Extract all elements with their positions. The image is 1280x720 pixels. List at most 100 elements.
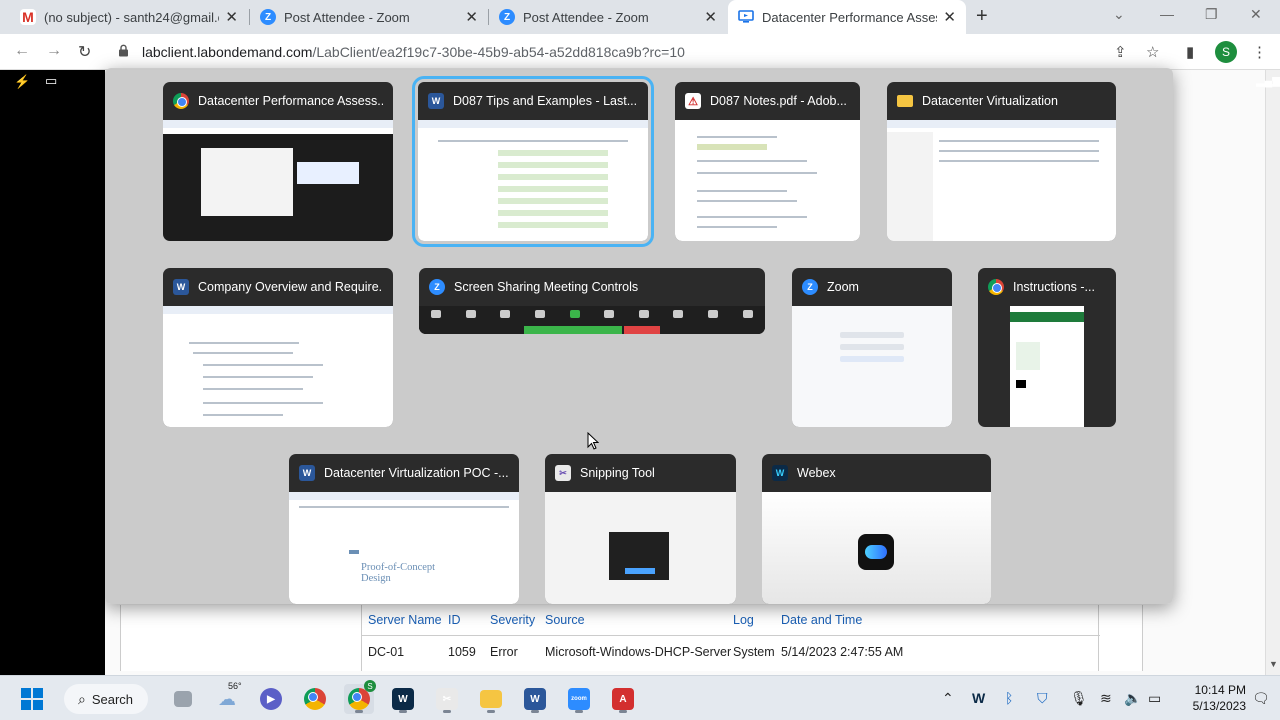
defender-shield-icon[interactable]: ⛉ <box>1037 690 1048 707</box>
zoom-icon: Z <box>260 9 276 25</box>
menu-kebab-icon[interactable]: ⋮ <box>1252 43 1267 61</box>
switcher-window-chrome-datacenter[interactable]: Datacenter Performance Assess... <box>163 82 393 241</box>
address-bar[interactable]: labclient.labondemand.com/LabClient/ea2f… <box>110 39 1180 65</box>
switcher-window-zoom[interactable]: Z Zoom <box>792 268 952 427</box>
window-thumbnail: Proof-of-Concept Design <box>289 492 519 604</box>
taskbar-chrome[interactable] <box>300 684 330 714</box>
taskbar-zoom[interactable]: zoom <box>564 684 594 714</box>
word-icon: W <box>524 688 546 710</box>
apps-icon <box>708 310 719 318</box>
webex-icon: W <box>772 465 788 481</box>
taskbar-snipping-tool[interactable]: ✂ <box>432 684 462 714</box>
running-indicator <box>487 710 495 713</box>
switcher-window-snipping-tool[interactable]: ✂ Snipping Tool <box>545 454 736 604</box>
minimize-icon[interactable]: — <box>1160 6 1174 22</box>
column-header[interactable]: Severity <box>490 613 535 627</box>
tab-zoom-2[interactable]: Z Post Attendee - Zoom ✕ <box>489 0 727 34</box>
window-title: Snipping Tool <box>580 466 655 480</box>
battery-icon[interactable]: ▭ <box>1148 690 1161 707</box>
taskbar-webex[interactable]: W <box>388 684 418 714</box>
window-thumbnail <box>792 306 952 427</box>
thumb-line <box>203 376 313 378</box>
table-cell: System <box>733 645 775 659</box>
tab-title: Datacenter Performance Assessm <box>762 9 937 25</box>
switcher-window-webex[interactable]: W Webex <box>762 454 991 604</box>
close-window-icon[interactable]: ✕ <box>1250 6 1262 23</box>
close-icon[interactable]: ✕ <box>943 8 956 26</box>
switcher-window-datacenter-poc[interactable]: W Datacenter Virtualization POC -... Pro… <box>289 454 519 604</box>
scroll-down-icon[interactable]: ▼ <box>1269 659 1278 669</box>
tab-gmail[interactable]: M (no subject) - santh24@gmail.co ✕ <box>10 0 248 34</box>
restore-icon[interactable]: ❐ <box>1205 6 1218 23</box>
task-view-icon <box>174 691 192 707</box>
system-clock[interactable]: 10:14 PM 5/13/2023 <box>1176 682 1246 714</box>
lightning-icon[interactable]: ⚡ <box>14 74 30 90</box>
thumb-toolbar <box>887 120 1116 128</box>
switcher-window-datacenter-virtualization-folder[interactable]: Datacenter Virtualization <box>887 82 1116 241</box>
column-header[interactable]: Source <box>545 613 585 627</box>
zoom-icon: Z <box>802 279 818 295</box>
taskbar-file-explorer[interactable] <box>476 684 506 714</box>
remote-scrollbar[interactable]: ▲ ▼ <box>1265 70 1280 675</box>
participants-icon <box>500 310 511 318</box>
clock-date: 5/13/2023 <box>1192 699 1246 713</box>
task-view-button[interactable] <box>168 684 198 714</box>
tab-zoom-1[interactable]: Z Post Attendee - Zoom ✕ <box>250 0 488 34</box>
new-tab-button[interactable]: + <box>976 5 988 28</box>
gmail-icon: M <box>20 9 36 25</box>
wifi-icon[interactable]: ≋ <box>1100 690 1112 707</box>
table-cell: 1059 <box>448 645 476 659</box>
switcher-window-company-overview[interactable]: W Company Overview and Require... <box>163 268 393 427</box>
window-title: Datacenter Virtualization POC -... <box>324 466 509 480</box>
share-icon[interactable]: ⇪ <box>1114 43 1127 61</box>
switcher-window-d087-notes[interactable]: ⚠ D087 Notes.pdf - Adob... <box>675 82 860 241</box>
tab-datacenter-lab[interactable]: Datacenter Performance Assessm ✕ <box>728 0 966 34</box>
taskbar-acrobat[interactable]: A <box>608 684 638 714</box>
acrobat-icon: A <box>612 688 634 710</box>
thumb-table-row <box>498 174 608 180</box>
window-header: W D087 Tips and Examples - Last... <box>418 82 648 120</box>
taskbar-chrome-profile[interactable]: S <box>344 680 376 714</box>
thumb-input <box>840 344 904 350</box>
taskbar-search[interactable]: ⌕ Search <box>64 684 148 714</box>
column-header[interactable]: ID <box>448 613 461 627</box>
switcher-window-d087-tips[interactable]: W D087 Tips and Examples - Last... <box>412 76 654 247</box>
thumb-line <box>697 216 807 218</box>
monitor-icon[interactable]: ▭ <box>45 73 57 89</box>
microphone-icon[interactable]: 🎙 <box>1070 690 1088 707</box>
reload-icon[interactable]: ↻ <box>78 42 91 62</box>
close-icon[interactable]: ✕ <box>465 8 478 26</box>
switcher-window-instructions[interactable]: Instructions -... <box>978 268 1116 427</box>
back-icon[interactable]: ← <box>14 42 30 60</box>
side-panel-icon[interactable]: ▮ <box>1186 43 1194 61</box>
teams-chat-button[interactable]: ▶ <box>256 684 286 714</box>
thumb-line <box>697 190 787 192</box>
search-label: Search <box>91 691 134 707</box>
window-title: D087 Notes.pdf - Adob... <box>710 94 847 108</box>
column-header[interactable]: Date and Time <box>781 613 862 627</box>
bluetooth-icon[interactable]: ᛒ <box>1005 690 1013 706</box>
remote-control-icon <box>673 310 684 318</box>
show-hidden-icons[interactable]: ⌃ <box>942 690 954 707</box>
taskbar-word[interactable]: W <box>520 684 550 714</box>
column-header[interactable]: Server Name <box>368 613 442 627</box>
notification-icon[interactable]: 🗨 <box>1252 690 1270 707</box>
taskbar: ⌕ Search ☁ ▶ S W ✂ W zoom A ⌃ W ᛒ ⛉ 🎙 ≋ … <box>0 675 1280 720</box>
volume-icon[interactable]: 🔈 <box>1124 690 1141 707</box>
close-icon[interactable]: ✕ <box>225 8 238 26</box>
tab-search-icon[interactable]: ⌄ <box>1113 6 1125 23</box>
window-title: Datacenter Virtualization <box>922 94 1058 108</box>
window-header: Datacenter Performance Assess... <box>163 82 393 120</box>
forward-icon[interactable]: → <box>46 42 62 60</box>
zoom-icon: Z <box>429 279 445 295</box>
bookmark-star-icon[interactable]: ☆ <box>1146 43 1159 61</box>
profile-avatar[interactable]: S <box>1215 41 1237 63</box>
switcher-window-zoom-controls[interactable]: Z Screen Sharing Meeting Controls <box>419 268 765 334</box>
thumb-input <box>840 332 904 338</box>
webex-tray-icon[interactable]: W <box>972 690 985 706</box>
lock-icon <box>118 44 132 60</box>
chat-icon <box>535 310 546 318</box>
column-header[interactable]: Log <box>733 613 754 627</box>
close-icon[interactable]: ✕ <box>704 8 717 26</box>
start-button[interactable] <box>17 684 47 714</box>
